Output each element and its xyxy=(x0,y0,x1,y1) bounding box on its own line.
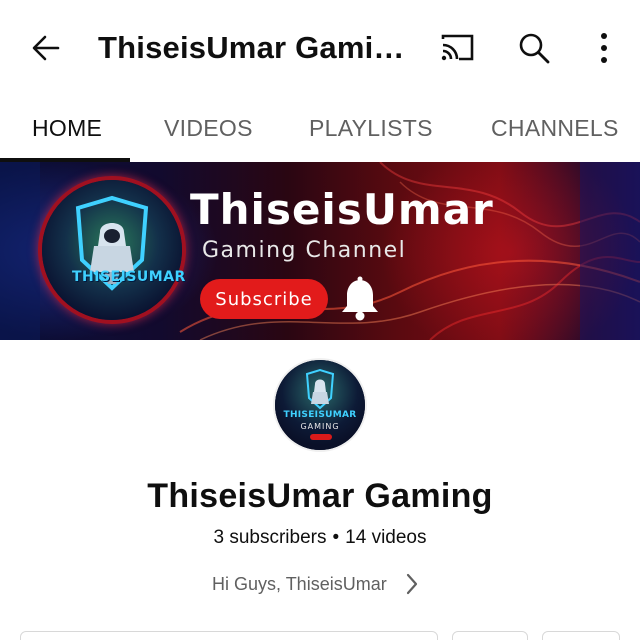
banner-logo-text: THISEISUMAR xyxy=(72,269,186,285)
action-button-partial[interactable] xyxy=(452,631,528,640)
chevron-right-icon xyxy=(405,572,419,596)
channel-description: Hi Guys, ThiseisUmar xyxy=(212,574,387,594)
banner-subscribe-graphic: Subscribe xyxy=(200,279,328,319)
avatar-gaming-text: GAMING xyxy=(300,422,340,431)
subscriber-count: 3 subscribers xyxy=(213,527,327,548)
channel-title: ThiseisUmar Gamin… xyxy=(98,30,418,65)
tab-playlists[interactable]: PLAYLISTS xyxy=(309,114,433,142)
banner-title: ThiseisUmar xyxy=(190,185,494,234)
channel-stats: 3 subscribers • 14 videos xyxy=(0,526,640,550)
arrow-left-icon xyxy=(32,35,60,61)
banner-logo xyxy=(38,176,186,324)
avatar-subscribe-mark xyxy=(310,434,332,440)
action-button-partial-2[interactable] xyxy=(542,631,620,640)
avatar-logo-text: THISEISUMAR xyxy=(283,410,357,420)
banner-subtitle: Gaming Channel xyxy=(202,238,407,263)
channel-banner: THISEISUMAR ThiseisUmar Gaming Channel S… xyxy=(0,162,640,340)
bell-icon xyxy=(342,276,378,321)
back-button[interactable] xyxy=(24,26,68,70)
tab-videos[interactable]: VIDEOS xyxy=(164,114,253,142)
more-vert-icon xyxy=(601,33,607,63)
channel-description-link[interactable]: Hi Guys, ThiseisUmar xyxy=(212,571,432,597)
top-app-bar: ThiseisUmar Gamin… xyxy=(0,0,640,96)
search-icon xyxy=(519,33,550,64)
tab-home[interactable]: HOME xyxy=(32,114,102,142)
more-options-button[interactable] xyxy=(582,26,626,70)
channel-tabs: HOME VIDEOS PLAYLISTS CHANNELS xyxy=(0,96,640,162)
subscribe-button-partial[interactable] xyxy=(20,631,438,640)
hooded-gamer-logo-icon xyxy=(42,180,182,320)
search-button[interactable] xyxy=(512,26,556,70)
tab-channels[interactable]: CHANNELS xyxy=(491,114,619,142)
video-count: 14 videos xyxy=(345,527,427,548)
channel-avatar[interactable]: THISEISUMAR GAMING xyxy=(273,358,367,452)
cast-icon xyxy=(441,34,474,61)
channel-name: ThiseisUmar Gaming xyxy=(147,477,493,515)
cast-button[interactable] xyxy=(435,26,479,70)
stats-separator: • xyxy=(332,527,340,548)
